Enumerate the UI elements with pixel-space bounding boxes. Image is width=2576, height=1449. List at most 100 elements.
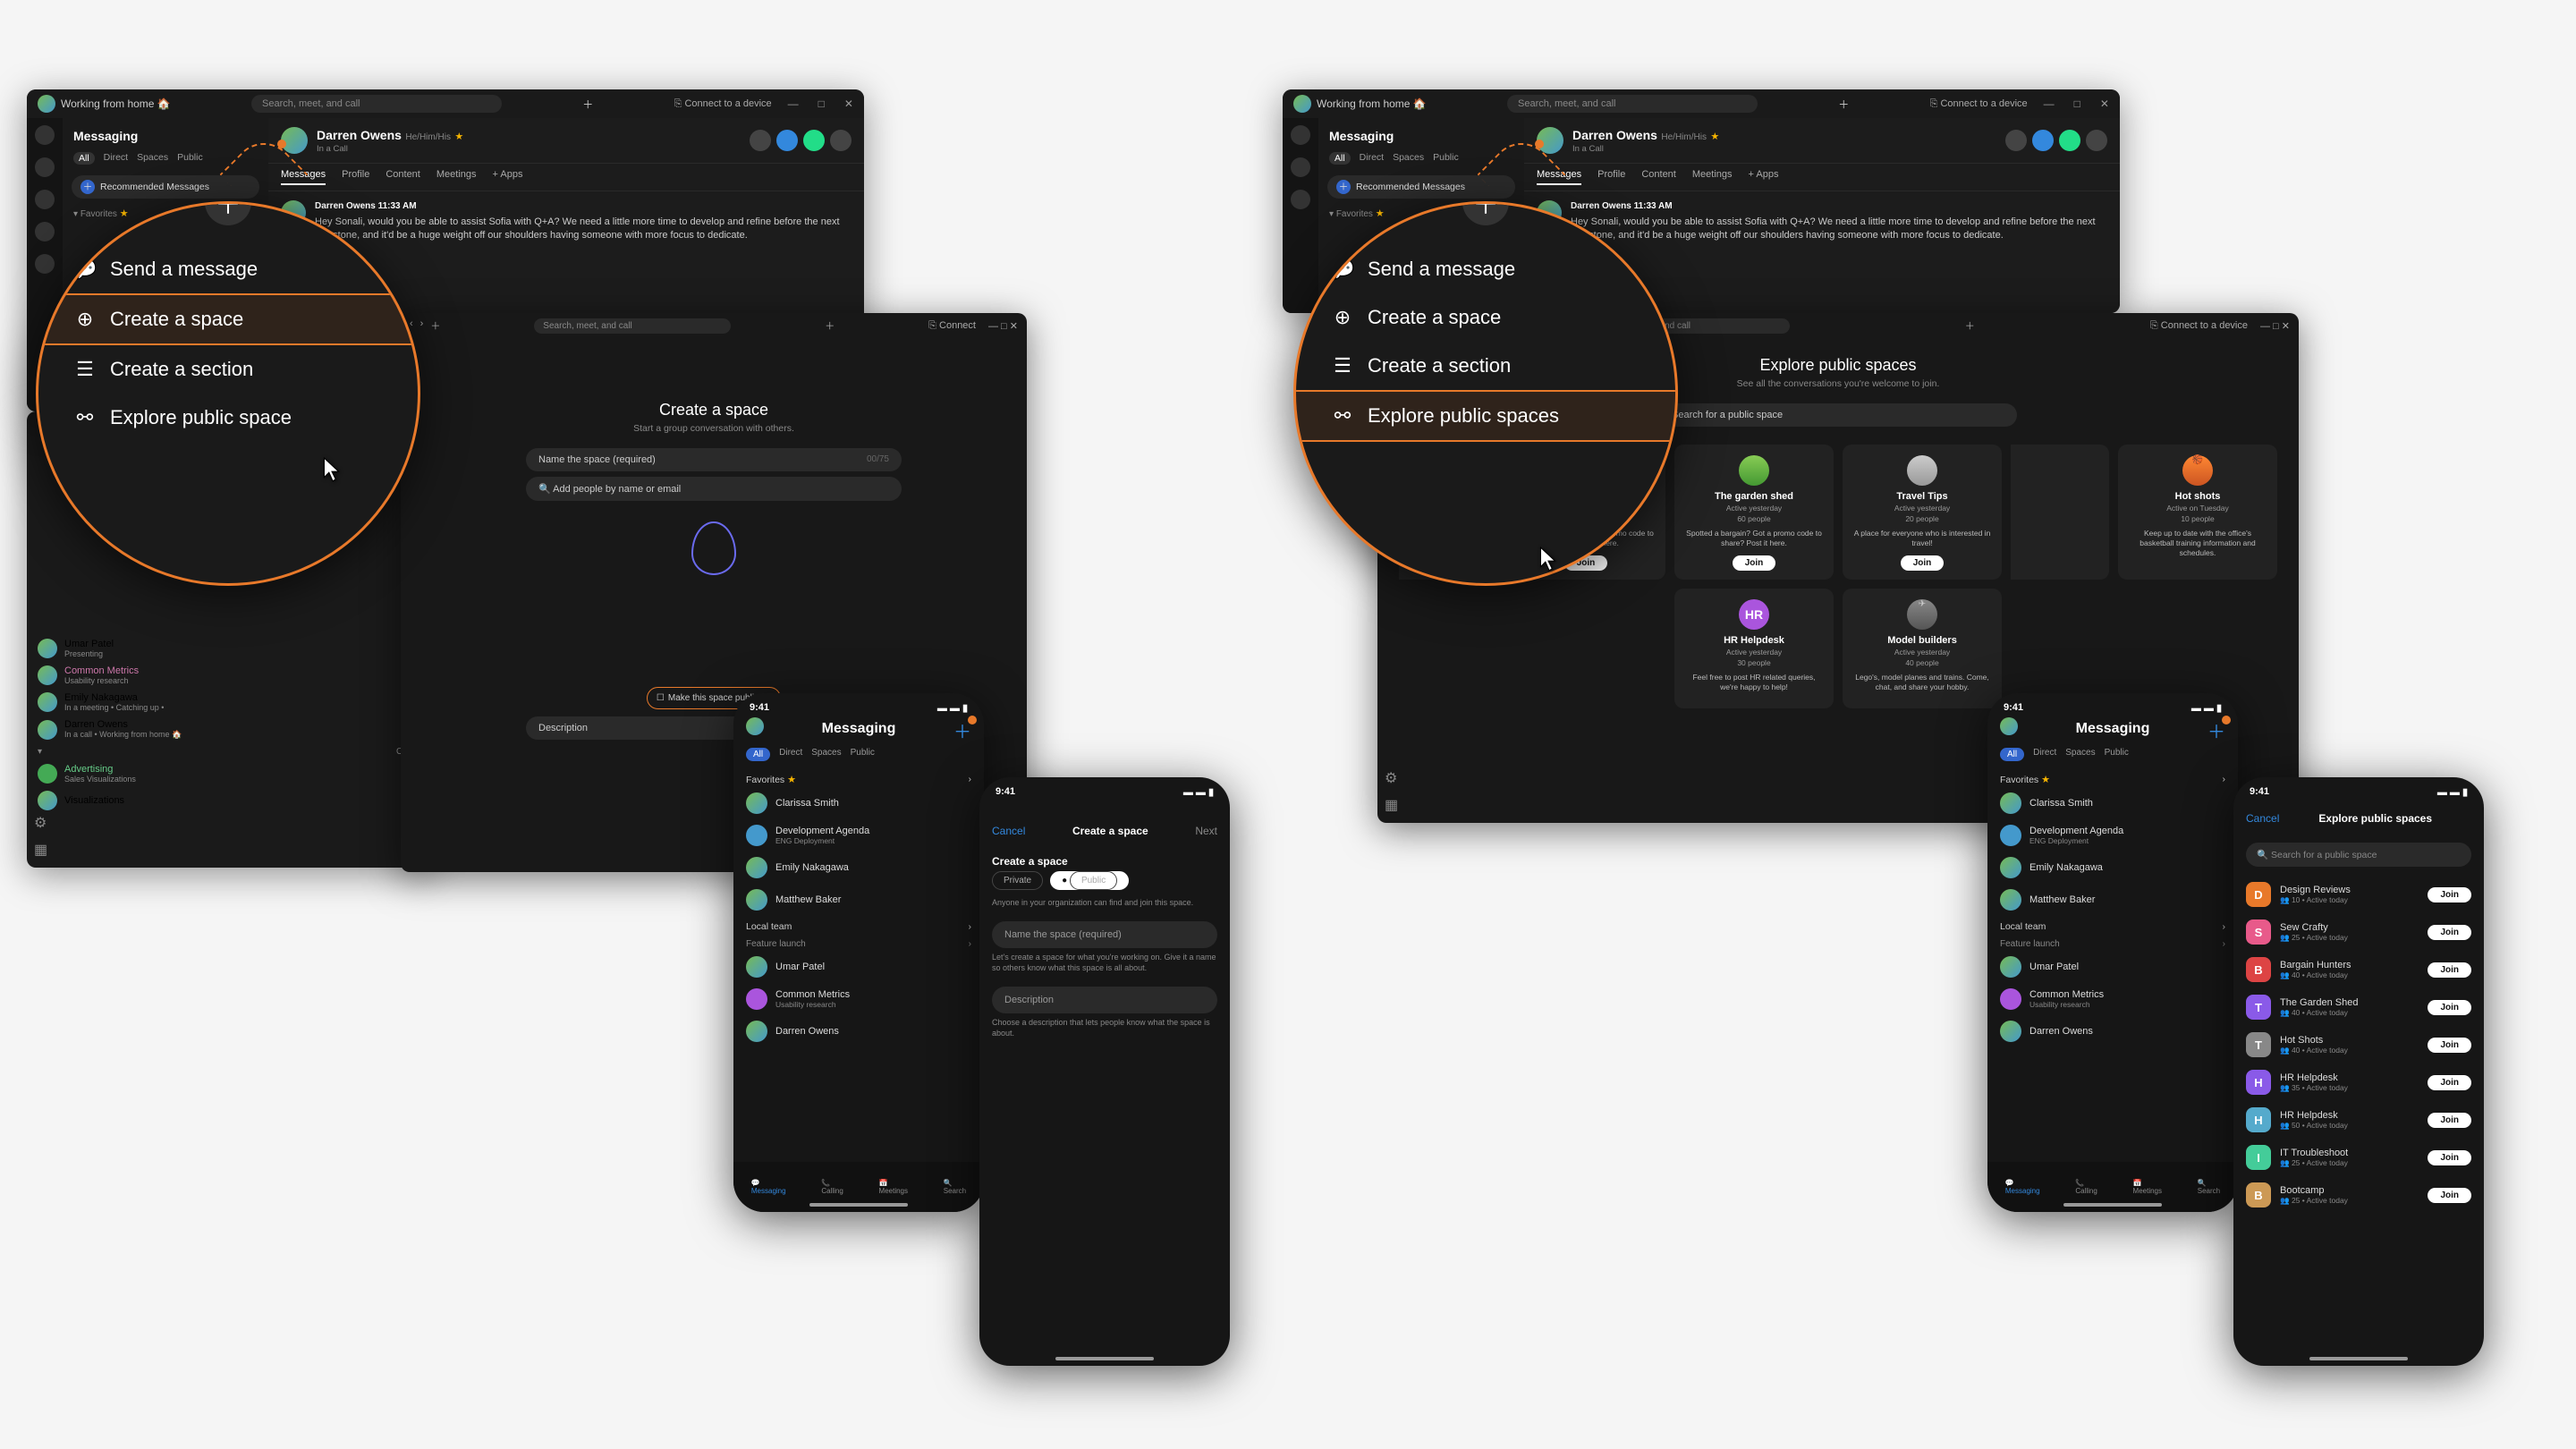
join-button[interactable]: Join <box>1733 555 1776 571</box>
tab-content[interactable]: Content <box>1641 169 1676 185</box>
search-input[interactable]: Search, meet, and call <box>251 95 502 113</box>
nav-meetings[interactable]: 📅Meetings <box>879 1179 908 1195</box>
rail-icon[interactable] <box>35 190 55 209</box>
tab-all[interactable]: All <box>2000 748 2024 761</box>
cancel-button[interactable]: Cancel <box>2246 812 2279 825</box>
tab-public[interactable]: Public <box>177 152 203 165</box>
tab-public[interactable]: Public <box>851 748 875 761</box>
visibility-toggle[interactable]: Private ● Public <box>979 871 1230 897</box>
tab-all[interactable]: All <box>1329 152 1351 165</box>
list-item[interactable]: Darren Owens <box>1987 1015 2238 1047</box>
tab-direct[interactable]: Direct <box>779 748 802 761</box>
feature-header[interactable]: Feature launch› <box>733 934 984 951</box>
mobile-tabs[interactable]: All Direct Spaces Public <box>733 744 984 768</box>
tab-public[interactable]: Public <box>2105 748 2129 761</box>
list-item[interactable]: Umar PatelPresenting <box>27 635 429 662</box>
tab-content[interactable]: Content <box>386 169 420 185</box>
tab-apps[interactable]: + Apps <box>1749 169 1779 185</box>
space-search-input[interactable]: 🔍 Search for a public space <box>2246 843 2471 867</box>
rail-icon[interactable] <box>1291 157 1310 177</box>
list-item[interactable]: Clarissa Smith <box>733 787 984 819</box>
cancel-button[interactable]: Cancel <box>992 825 1025 837</box>
window-controls[interactable]: —□✕ <box>2044 97 2109 110</box>
nav-search[interactable]: 🔍Search <box>2198 1179 2220 1195</box>
list-item[interactable]: Emily NakagawaIn a meeting • Catching up… <box>27 689 429 716</box>
grid-icon[interactable]: ▦ <box>1385 796 1398 814</box>
tab-profile[interactable]: Profile <box>342 169 369 185</box>
list-item[interactable]: Clarissa Smith <box>1987 787 2238 819</box>
tab-spaces[interactable]: Spaces <box>1393 152 1424 165</box>
connect-device[interactable]: ⎘ Connect <box>928 320 976 332</box>
space-card[interactable]: Travel TipsActive yesterday20 peopleA pl… <box>1843 445 2002 580</box>
tab-meetings[interactable]: Meetings <box>1692 169 1733 185</box>
video-call-icon[interactable] <box>803 130 825 151</box>
join-button[interactable]: Join <box>2428 1150 2471 1165</box>
forward-icon[interactable]: › <box>420 318 424 333</box>
settings-icon[interactable]: ⚙ <box>34 814 47 832</box>
tab-all[interactable]: All <box>73 152 95 165</box>
search-input[interactable]: Search, meet, and call <box>1507 95 1758 113</box>
nav-calling[interactable]: 📞Calling <box>821 1179 843 1195</box>
space-row[interactable]: S Sew Crafty👥 25 • Active today Join <box>2233 913 2484 951</box>
list-item[interactable]: Development AgendaENG Deployment <box>733 819 984 852</box>
tab-spaces[interactable]: Spaces <box>2065 748 2095 761</box>
list-item[interactable]: Visualizations <box>27 787 429 814</box>
local-team-header[interactable]: Local team› <box>1987 916 2238 934</box>
connect-device[interactable]: ⎘ Connect to a device <box>674 98 772 110</box>
space-card[interactable]: 🏀Hot shotsActive on Tuesday10 peopleKeep… <box>2118 445 2277 580</box>
more-icon[interactable] <box>830 130 852 151</box>
space-row[interactable]: B Bargain Hunters👥 40 • Active today Joi… <box>2233 951 2484 988</box>
tab-spaces[interactable]: Spaces <box>811 748 841 761</box>
window-controls[interactable]: —□✕ <box>788 97 853 110</box>
list-item[interactable]: Development AgendaENG Deployment <box>1987 819 2238 852</box>
nav-meetings[interactable]: 📅Meetings <box>2133 1179 2162 1195</box>
menu-explore[interactable]: ⚯Explore public spaces <box>1296 390 1675 442</box>
list-item[interactable]: Darren Owens <box>733 1015 984 1047</box>
list-item[interactable]: Common MetricsUsability research <box>733 983 984 1015</box>
other-section[interactable]: ▾ Other <box>27 743 429 760</box>
join-button[interactable]: Join <box>2428 1113 2471 1128</box>
tab-all[interactable]: All <box>746 748 770 761</box>
favorites-header[interactable]: Favorites ★› <box>733 768 984 787</box>
description-input[interactable]: Description <box>992 987 1217 1013</box>
join-button[interactable]: Join <box>2428 1075 2471 1090</box>
add-icon[interactable]: ＋ <box>430 318 440 333</box>
space-row[interactable]: I IT Troubleshoot👥 25 • Active today Joi… <box>2233 1139 2484 1176</box>
compose-icon[interactable]: ＋ <box>953 717 971 744</box>
list-item[interactable]: Common MetricsUsability research <box>27 662 429 689</box>
menu-create-section[interactable]: ☰Create a section <box>1296 342 1675 390</box>
rail-icon[interactable] <box>1291 190 1310 209</box>
voice-call-icon[interactable] <box>776 130 798 151</box>
rail-icon[interactable] <box>35 254 55 274</box>
menu-create-space[interactable]: ⊕Create a space <box>38 293 418 345</box>
join-button[interactable]: Join <box>2428 925 2471 940</box>
space-name-input[interactable]: Name the space (required) <box>992 921 1217 948</box>
tab-direct[interactable]: Direct <box>104 152 128 165</box>
tab-public[interactable]: Public <box>1433 152 1459 165</box>
nav-messaging[interactable]: 💬Messaging <box>751 1179 786 1195</box>
list-item[interactable]: Common MetricsUsability research <box>1987 983 2238 1015</box>
nav-messaging[interactable]: 💬Messaging <box>2005 1179 2040 1195</box>
add-people-input[interactable]: 🔍 Add people by name or email <box>526 477 902 501</box>
space-row[interactable]: H HR Helpdesk👥 35 • Active today Join <box>2233 1063 2484 1101</box>
join-button[interactable]: Join <box>2428 1000 2471 1015</box>
nav-calling[interactable]: 📞Calling <box>2075 1179 2097 1195</box>
rail-icon[interactable] <box>1291 125 1310 145</box>
rail-icon[interactable] <box>35 125 55 145</box>
list-item[interactable]: Emily Nakagawa <box>1987 852 2238 884</box>
menu-create-section[interactable]: ☰Create a section <box>38 345 418 394</box>
tab-direct[interactable]: Direct <box>2033 748 2056 761</box>
list-item[interactable]: Emily Nakagawa <box>733 852 984 884</box>
menu-create-space[interactable]: ⊕Create a space <box>1296 293 1675 342</box>
list-item[interactable]: Matthew Baker <box>733 884 984 916</box>
list-item[interactable]: Umar Patel <box>733 951 984 983</box>
join-button[interactable]: Join <box>2428 887 2471 902</box>
space-search-input[interactable]: Search for a public space <box>1659 403 2017 427</box>
video-call-icon[interactable] <box>2059 130 2080 151</box>
user-status[interactable]: Working from home 🏠 <box>38 95 171 113</box>
search-input[interactable]: Search, meet, and call <box>534 318 731 334</box>
space-row[interactable]: D Design Reviews👥 10 • Active today Join <box>2233 876 2484 913</box>
rail-icon[interactable] <box>35 222 55 242</box>
join-button[interactable]: Join <box>2428 1038 2471 1053</box>
join-button[interactable]: Join <box>2428 1188 2471 1203</box>
